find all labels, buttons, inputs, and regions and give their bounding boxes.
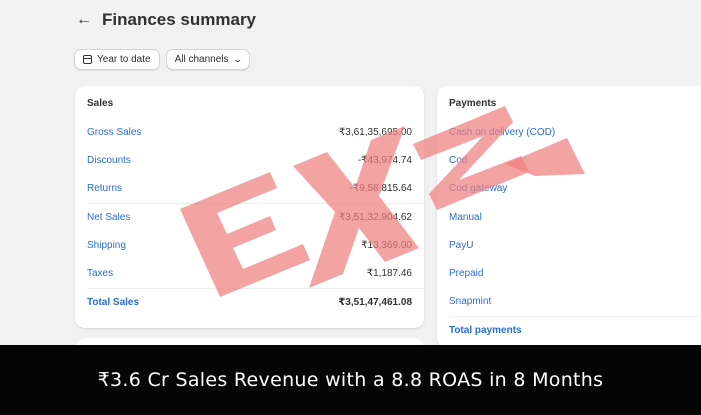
payment-cod-full-link[interactable]: Cash on delivery (COD) — [449, 127, 555, 138]
sales-row-gross: Gross Sales ₹3,61,35,695.00 — [87, 118, 412, 146]
payments-row: Cod gateway — [449, 174, 701, 202]
returns-value: -₹9,58,815.64 — [349, 182, 412, 194]
discounts-link[interactable]: Discounts — [87, 155, 131, 166]
payment-payu-link[interactable]: PayU — [449, 240, 473, 251]
date-range-label: Year to date — [97, 54, 151, 65]
sales-row-returns: Returns -₹9,58,815.64 — [87, 174, 412, 202]
payments-card: Payments Cash on delivery (COD) Cod Cod … — [437, 86, 701, 348]
calendar-icon — [83, 55, 92, 64]
payments-row-total: Total payments — [449, 316, 701, 344]
chevron-down-icon: ⌄ — [231, 54, 243, 64]
taxes-value: ₹1,187.46 — [366, 267, 412, 279]
payment-cod-gateway-link[interactable]: Cod gateway — [449, 183, 507, 194]
payments-row: Manual — [449, 203, 701, 231]
banner-text: ₹3.6 Cr Sales Revenue with a 8.8 ROAS in… — [97, 369, 604, 391]
total-sales-value: ₹3,51,47,461.08 — [338, 296, 412, 308]
payments-row: PayU — [449, 231, 701, 259]
shipping-link[interactable]: Shipping — [87, 240, 126, 251]
payment-prepaid-link[interactable]: Prepaid — [449, 268, 483, 279]
sales-card-title: Sales — [87, 98, 114, 109]
discounts-value: -₹43,974.74 — [357, 154, 412, 166]
gross-sales-value: ₹3,61,35,695.00 — [338, 126, 412, 138]
total-sales-link[interactable]: Total Sales — [87, 297, 139, 308]
net-sales-value: ₹3,51,32,904.62 — [338, 211, 412, 223]
arrow-left-icon[interactable]: ← — [76, 10, 92, 30]
sales-row-taxes: Taxes ₹1,187.46 — [87, 259, 412, 287]
taxes-link[interactable]: Taxes — [87, 268, 113, 279]
date-range-button[interactable]: Year to date — [74, 49, 160, 70]
returns-link[interactable]: Returns — [87, 183, 122, 194]
payment-cod-link[interactable]: Cod — [449, 155, 467, 166]
payments-row: Cash on delivery (COD) — [449, 118, 701, 146]
channels-label: All channels — [174, 54, 229, 65]
payments-row: Prepaid — [449, 259, 701, 287]
shipping-value: ₹13,369.00 — [361, 239, 412, 251]
net-sales-link[interactable]: Net Sales — [87, 212, 130, 223]
gross-sales-link[interactable]: Gross Sales — [87, 127, 141, 138]
sales-row-discounts: Discounts -₹43,974.74 — [87, 146, 412, 174]
sales-card: Sales Gross Sales ₹3,61,35,695.00 Discou… — [75, 86, 424, 328]
total-payments-link[interactable]: Total payments — [449, 325, 522, 336]
sales-row-net: Net Sales ₹3,51,32,904.62 — [87, 203, 412, 231]
channels-dropdown[interactable]: All channels ⌄ — [165, 49, 251, 70]
page-title: Finances summary — [102, 10, 257, 29]
page-header: ← Finances summary — [76, 10, 256, 30]
filter-bar: Year to date All channels ⌄ — [74, 49, 251, 70]
payments-row: Cod — [449, 146, 701, 174]
payment-manual-link[interactable]: Manual — [449, 212, 482, 223]
sales-row-shipping: Shipping ₹13,369.00 — [87, 231, 412, 259]
payment-snapmint-link[interactable]: Snapmint — [449, 296, 491, 307]
payments-card-title: Payments — [449, 98, 497, 109]
sales-row-total: Total Sales ₹3,51,47,461.08 — [87, 288, 412, 316]
promo-banner: ₹3.6 Cr Sales Revenue with a 8.8 ROAS in… — [0, 345, 701, 415]
payments-row: Snapmint — [449, 287, 701, 315]
